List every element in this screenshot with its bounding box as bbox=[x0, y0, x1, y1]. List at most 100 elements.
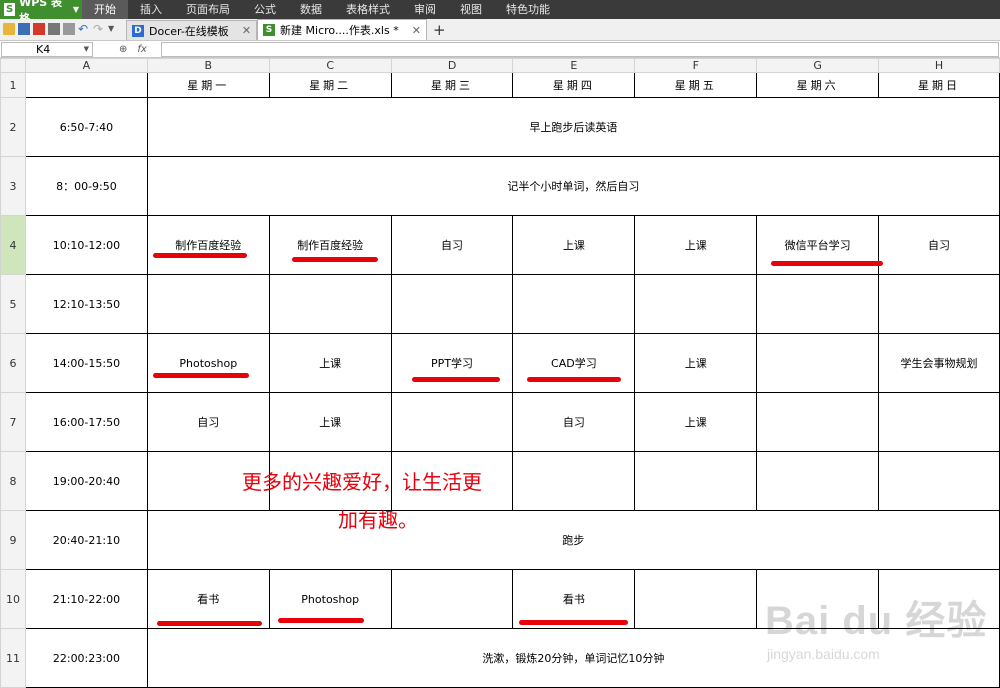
day-header[interactable]: 星期三 bbox=[390, 72, 514, 98]
tab-table-style[interactable]: 表格样式 bbox=[334, 0, 402, 19]
activity-cell[interactable]: CAD学习 bbox=[512, 333, 636, 393]
tab-workbook[interactable]: S 新建 Micro....作表.xls * ✕ bbox=[257, 19, 427, 40]
row-header[interactable]: 11 bbox=[0, 628, 26, 688]
row-header[interactable]: 7 bbox=[0, 392, 26, 452]
col-header-c[interactable]: C bbox=[268, 58, 392, 73]
activity-cell[interactable]: 上课 bbox=[634, 215, 758, 275]
row-header[interactable]: 10 bbox=[0, 569, 26, 629]
time-cell[interactable]: 14:00-15:50 bbox=[24, 333, 148, 393]
activity-cell[interactable] bbox=[756, 333, 880, 393]
tab-review[interactable]: 审阅 bbox=[402, 0, 448, 19]
tab-view[interactable]: 视图 bbox=[448, 0, 494, 19]
activity-cell[interactable] bbox=[390, 274, 514, 334]
day-header[interactable]: 星期六 bbox=[756, 72, 880, 98]
activity-cell[interactable]: 自习 bbox=[512, 392, 636, 452]
time-cell[interactable]: 22:00:23:00 bbox=[24, 628, 148, 688]
merged-activity-cell[interactable]: 记半个小时单词，然后自习 bbox=[146, 156, 1000, 216]
row-header[interactable]: 5 bbox=[0, 274, 26, 334]
time-cell[interactable]: 21:10-22:00 bbox=[24, 569, 148, 629]
close-icon[interactable]: ✕ bbox=[412, 24, 421, 37]
pdf-export-icon[interactable] bbox=[33, 23, 45, 35]
tab-formulas[interactable]: 公式 bbox=[242, 0, 288, 19]
time-cell[interactable]: 12:10-13:50 bbox=[24, 274, 148, 334]
merged-activity-cell[interactable]: 早上跑步后读英语 bbox=[146, 97, 1000, 157]
activity-cell[interactable]: 上课 bbox=[634, 392, 758, 452]
tab-special[interactable]: 特色功能 bbox=[494, 0, 562, 19]
print-icon[interactable] bbox=[48, 23, 60, 35]
open-folder-icon[interactable] bbox=[3, 23, 15, 35]
activity-cell[interactable]: 自习 bbox=[878, 215, 1000, 275]
activity-cell[interactable]: 看书 bbox=[146, 569, 270, 629]
activity-cell[interactable]: 制作百度经验 bbox=[268, 215, 392, 275]
chevron-down-icon[interactable]: ▼ bbox=[84, 43, 89, 56]
activity-cell[interactable] bbox=[512, 451, 636, 511]
activity-cell[interactable]: 制作百度经验 bbox=[146, 215, 270, 275]
select-all-corner[interactable] bbox=[0, 58, 26, 73]
col-header-b[interactable]: B bbox=[146, 58, 270, 73]
activity-cell[interactable]: 自习 bbox=[146, 392, 270, 452]
activity-cell[interactable]: Photoshop bbox=[146, 333, 270, 393]
activity-cell[interactable] bbox=[634, 274, 758, 334]
row-header[interactable]: 2 bbox=[0, 97, 26, 157]
activity-cell[interactable] bbox=[634, 451, 758, 511]
tab-insert[interactable]: 插入 bbox=[128, 0, 174, 19]
col-header-e[interactable]: E bbox=[512, 58, 636, 73]
cell-a1[interactable] bbox=[24, 72, 148, 98]
tab-docer-templates[interactable]: D Docer-在线模板 ✕ bbox=[126, 20, 258, 40]
new-tab-icon[interactable]: + bbox=[427, 20, 452, 40]
activity-cell[interactable] bbox=[268, 274, 392, 334]
day-header[interactable]: 星期五 bbox=[634, 72, 758, 98]
col-header-a[interactable]: A bbox=[24, 58, 148, 73]
activity-cell[interactable] bbox=[756, 274, 880, 334]
day-header[interactable]: 星期四 bbox=[512, 72, 636, 98]
activity-cell[interactable] bbox=[390, 569, 514, 629]
fx-icon[interactable]: fx bbox=[137, 44, 146, 55]
activity-cell[interactable] bbox=[878, 392, 1000, 452]
activity-cell[interactable] bbox=[756, 451, 880, 511]
tab-data[interactable]: 数据 bbox=[288, 0, 334, 19]
close-icon[interactable]: ✕ bbox=[242, 24, 251, 37]
time-cell[interactable]: 20:40-21:10 bbox=[24, 510, 148, 570]
row-header-selected[interactable]: 4 bbox=[0, 215, 26, 275]
day-header[interactable]: 星期二 bbox=[268, 72, 392, 98]
activity-cell[interactable] bbox=[146, 274, 270, 334]
time-cell[interactable]: 6:50-7:40 bbox=[24, 97, 148, 157]
print-preview-icon[interactable] bbox=[63, 23, 75, 35]
activity-cell[interactable] bbox=[634, 569, 758, 629]
row-header[interactable]: 3 bbox=[0, 156, 26, 216]
row-header[interactable]: 9 bbox=[0, 510, 26, 570]
activity-cell[interactable]: 学生会事物规划 bbox=[878, 333, 1000, 393]
activity-cell[interactable]: 上课 bbox=[268, 333, 392, 393]
col-header-g[interactable]: G bbox=[756, 58, 880, 73]
zoom-icon[interactable]: ⊕ bbox=[119, 44, 127, 55]
time-cell[interactable]: 19:00-20:40 bbox=[24, 451, 148, 511]
time-cell[interactable]: 10:10-12:00 bbox=[24, 215, 148, 275]
activity-cell[interactable] bbox=[756, 392, 880, 452]
activity-cell[interactable]: 上课 bbox=[634, 333, 758, 393]
redo-icon[interactable]: ↷ bbox=[93, 23, 105, 35]
activity-cell[interactable]: PPT学习 bbox=[390, 333, 514, 393]
col-header-d[interactable]: D bbox=[390, 58, 514, 73]
activity-cell[interactable] bbox=[390, 392, 514, 452]
tab-home[interactable]: 开始 bbox=[82, 0, 128, 19]
activity-cell[interactable]: 上课 bbox=[268, 392, 392, 452]
activity-cell[interactable]: 自习 bbox=[390, 215, 514, 275]
chevron-down-icon[interactable]: ▼ bbox=[108, 23, 120, 35]
activity-cell[interactable]: 上课 bbox=[512, 215, 636, 275]
row-header[interactable]: 8 bbox=[0, 451, 26, 511]
name-box[interactable]: K4 ▼ bbox=[1, 41, 93, 57]
day-header[interactable]: 星期一 bbox=[146, 72, 270, 98]
activity-cell[interactable] bbox=[878, 274, 1000, 334]
row-header[interactable]: 1 bbox=[0, 72, 26, 98]
save-icon[interactable] bbox=[18, 23, 30, 35]
app-menu-button[interactable]: S WPS 表格 ▼ bbox=[0, 0, 82, 25]
col-header-h[interactable]: H bbox=[878, 58, 1000, 73]
row-header[interactable]: 6 bbox=[0, 333, 26, 393]
activity-cell[interactable] bbox=[878, 451, 1000, 511]
undo-icon[interactable]: ↶ bbox=[78, 23, 90, 35]
activity-cell[interactable] bbox=[512, 274, 636, 334]
tab-page-layout[interactable]: 页面布局 bbox=[174, 0, 242, 19]
col-header-f[interactable]: F bbox=[634, 58, 758, 73]
day-header[interactable]: 星期日 bbox=[878, 72, 1000, 98]
time-cell[interactable]: 8：00-9:50 bbox=[24, 156, 148, 216]
